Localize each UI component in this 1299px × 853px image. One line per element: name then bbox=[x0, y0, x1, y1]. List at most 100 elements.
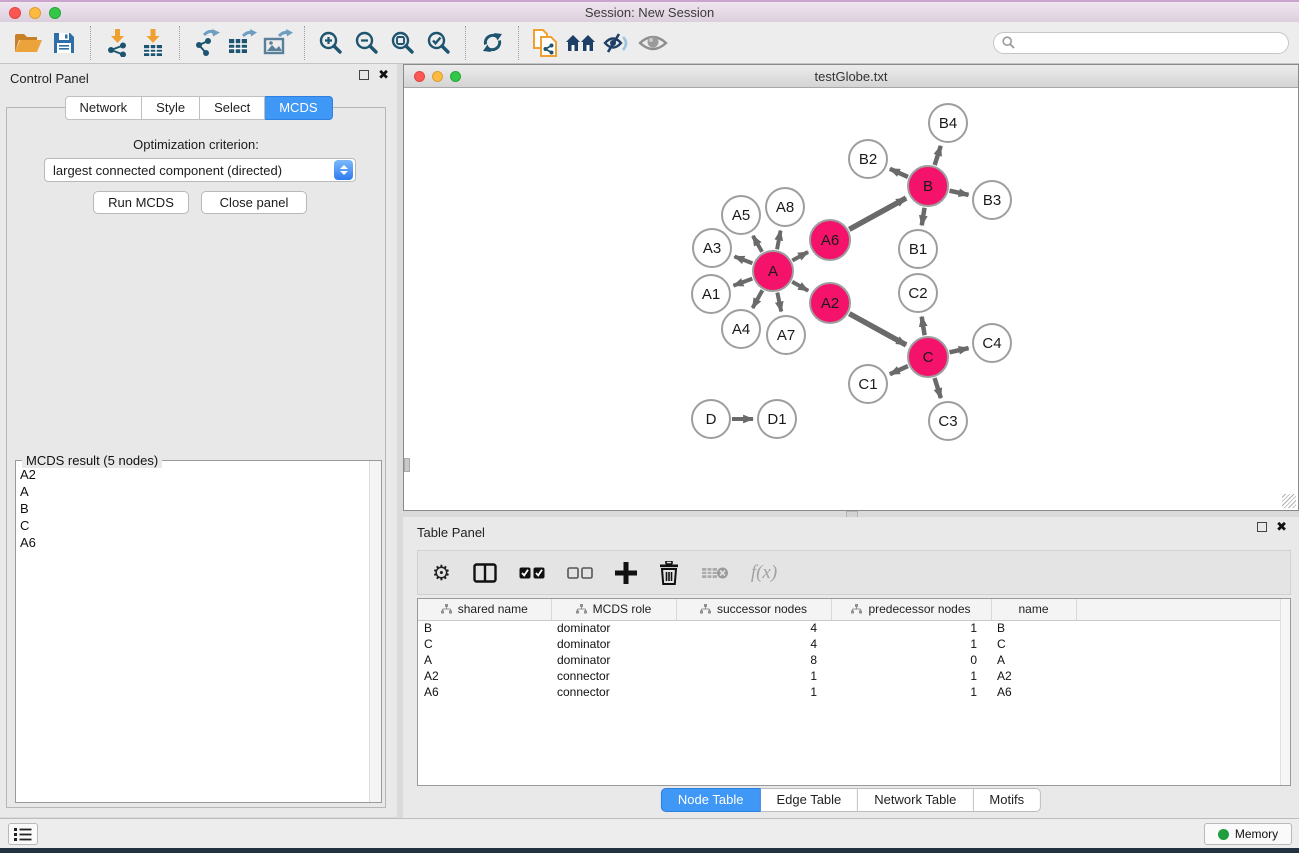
graph-edge-C-C4[interactable] bbox=[949, 348, 968, 352]
graph-edge-A-A7[interactable] bbox=[777, 293, 781, 312]
result-item[interactable]: B bbox=[16, 500, 369, 517]
graph-node-A3[interactable]: A3 bbox=[693, 229, 731, 267]
close-table-panel-icon[interactable]: ✖ bbox=[1276, 522, 1287, 532]
search-box[interactable] bbox=[993, 32, 1289, 54]
tab-mcds[interactable]: MCDS bbox=[265, 96, 332, 120]
import-network-icon[interactable] bbox=[99, 26, 135, 60]
network-left-scrollbar-thumb[interactable] bbox=[404, 458, 410, 472]
column-header-mcds-role[interactable]: MCDS role bbox=[551, 599, 676, 620]
network-minimize-button[interactable] bbox=[432, 71, 443, 82]
task-history-button[interactable] bbox=[8, 823, 38, 845]
tab-node-table[interactable]: Node Table bbox=[661, 788, 761, 812]
table-row[interactable]: A6connector11A6 bbox=[418, 684, 1290, 700]
tab-select[interactable]: Select bbox=[200, 96, 265, 120]
result-scrollbar[interactable] bbox=[369, 461, 381, 802]
zoom-window-button[interactable] bbox=[49, 7, 61, 19]
graph-node-A6[interactable]: A6 bbox=[810, 220, 850, 260]
result-item[interactable]: C bbox=[16, 517, 369, 534]
tab-network-table[interactable]: Network Table bbox=[858, 788, 973, 812]
column-header-successor-nodes[interactable]: successor nodes bbox=[676, 599, 831, 620]
run-mcds-button[interactable]: Run MCDS bbox=[93, 191, 189, 214]
table-row[interactable]: Adominator80A bbox=[418, 652, 1290, 668]
table-row[interactable]: Bdominator41B bbox=[418, 620, 1290, 636]
graph-edge-A2-C[interactable] bbox=[849, 314, 906, 345]
new-network-from-selection-icon[interactable] bbox=[527, 26, 563, 60]
tab-style[interactable]: Style bbox=[142, 96, 200, 120]
delete-icon[interactable] bbox=[659, 558, 679, 588]
graph-edge-C-C1[interactable] bbox=[890, 366, 908, 374]
graph-node-D1[interactable]: D1 bbox=[758, 400, 796, 438]
gear-icon[interactable]: ⚙ bbox=[432, 558, 451, 588]
graph-edge-A-A4[interactable] bbox=[753, 290, 763, 308]
network-resize-grip[interactable] bbox=[1282, 494, 1296, 508]
graph-node-C3[interactable]: C3 bbox=[929, 402, 967, 440]
network-window-titlebar[interactable]: testGlobe.txt bbox=[404, 65, 1298, 88]
float-table-panel-icon[interactable] bbox=[1257, 522, 1267, 532]
zoom-in-icon[interactable] bbox=[313, 26, 349, 60]
tab-edge-table[interactable]: Edge Table bbox=[760, 788, 858, 812]
deselect-all-icon[interactable] bbox=[567, 558, 593, 588]
select-all-icon[interactable] bbox=[519, 558, 545, 588]
result-item[interactable]: A2 bbox=[16, 466, 369, 483]
graph-node-A8[interactable]: A8 bbox=[766, 188, 804, 226]
column-header-name[interactable]: name bbox=[991, 599, 1076, 620]
graph-edge-B-B1[interactable] bbox=[922, 208, 925, 226]
column-header-shared-name[interactable]: shared name bbox=[418, 599, 551, 620]
close-window-button[interactable] bbox=[9, 7, 21, 19]
graph-node-D[interactable]: D bbox=[692, 400, 730, 438]
result-item[interactable]: A bbox=[16, 483, 369, 500]
show-all-icon[interactable] bbox=[635, 26, 671, 60]
graph-node-A4[interactable]: A4 bbox=[722, 310, 760, 348]
column-icon[interactable] bbox=[473, 558, 497, 588]
result-item[interactable]: A6 bbox=[16, 534, 369, 551]
graph-edge-A-A6[interactable] bbox=[792, 252, 808, 261]
table-scrollbar[interactable] bbox=[1280, 599, 1290, 785]
graph-node-B4[interactable]: B4 bbox=[929, 104, 967, 142]
minimize-window-button[interactable] bbox=[29, 7, 41, 19]
graph-node-B2[interactable]: B2 bbox=[849, 140, 887, 178]
zoom-fit-icon[interactable] bbox=[385, 26, 421, 60]
graph-node-C2[interactable]: C2 bbox=[899, 274, 937, 312]
graph-node-A7[interactable]: A7 bbox=[767, 316, 805, 354]
export-network-icon[interactable] bbox=[188, 26, 224, 60]
graph-node-C4[interactable]: C4 bbox=[973, 324, 1011, 362]
network-canvas[interactable]: B4B2BB3A5A8A6A3B1AA1C2A2A4A7C4CC1C3DD1 bbox=[404, 89, 1298, 510]
export-image-icon[interactable] bbox=[260, 26, 296, 60]
zoom-out-icon[interactable] bbox=[349, 26, 385, 60]
save-session-icon[interactable] bbox=[46, 26, 82, 60]
tab-motifs[interactable]: Motifs bbox=[973, 788, 1041, 812]
mcds-result-list[interactable]: A2ABCA6 bbox=[16, 466, 369, 802]
graph-edge-A-A5[interactable] bbox=[753, 236, 762, 252]
first-neighbors-icon[interactable] bbox=[563, 26, 599, 60]
delete-table-icon[interactable] bbox=[701, 558, 729, 588]
network-close-button[interactable] bbox=[414, 71, 425, 82]
tab-network[interactable]: Network bbox=[64, 96, 142, 120]
search-input[interactable] bbox=[1020, 36, 1280, 50]
close-panel-button[interactable]: Close panel bbox=[201, 191, 307, 214]
refresh-icon[interactable] bbox=[474, 26, 510, 60]
graph-node-A1[interactable]: A1 bbox=[692, 275, 730, 313]
graph-node-C[interactable]: C bbox=[908, 337, 948, 377]
graph-edge-C-C3[interactable] bbox=[935, 378, 941, 398]
graph-edge-C-C2[interactable] bbox=[922, 317, 925, 336]
graph-edge-A-A1[interactable] bbox=[734, 279, 753, 286]
table-row[interactable]: A2connector11A2 bbox=[418, 668, 1290, 684]
zoom-selected-icon[interactable] bbox=[421, 26, 457, 60]
network-zoom-button[interactable] bbox=[450, 71, 461, 82]
close-panel-icon[interactable]: ✖ bbox=[378, 70, 389, 80]
graph-node-B3[interactable]: B3 bbox=[973, 181, 1011, 219]
graph-edge-A6-B[interactable] bbox=[849, 198, 906, 229]
graph-node-B[interactable]: B bbox=[908, 166, 948, 206]
graph-node-A2[interactable]: A2 bbox=[810, 283, 850, 323]
open-file-icon[interactable] bbox=[10, 26, 46, 60]
graph-edge-B-B4[interactable] bbox=[935, 146, 941, 165]
add-icon[interactable] bbox=[615, 558, 637, 588]
memory-button[interactable]: Memory bbox=[1204, 823, 1292, 845]
hide-selected-icon[interactable] bbox=[599, 26, 635, 60]
export-table-icon[interactable] bbox=[224, 26, 260, 60]
function-builder-icon[interactable]: f(x) bbox=[751, 558, 777, 588]
graph-edge-A-A2[interactable] bbox=[792, 282, 808, 291]
graph-edge-B-B3[interactable] bbox=[949, 191, 968, 195]
graph-edge-A-A8[interactable] bbox=[777, 231, 781, 250]
graph-node-A5[interactable]: A5 bbox=[722, 196, 760, 234]
